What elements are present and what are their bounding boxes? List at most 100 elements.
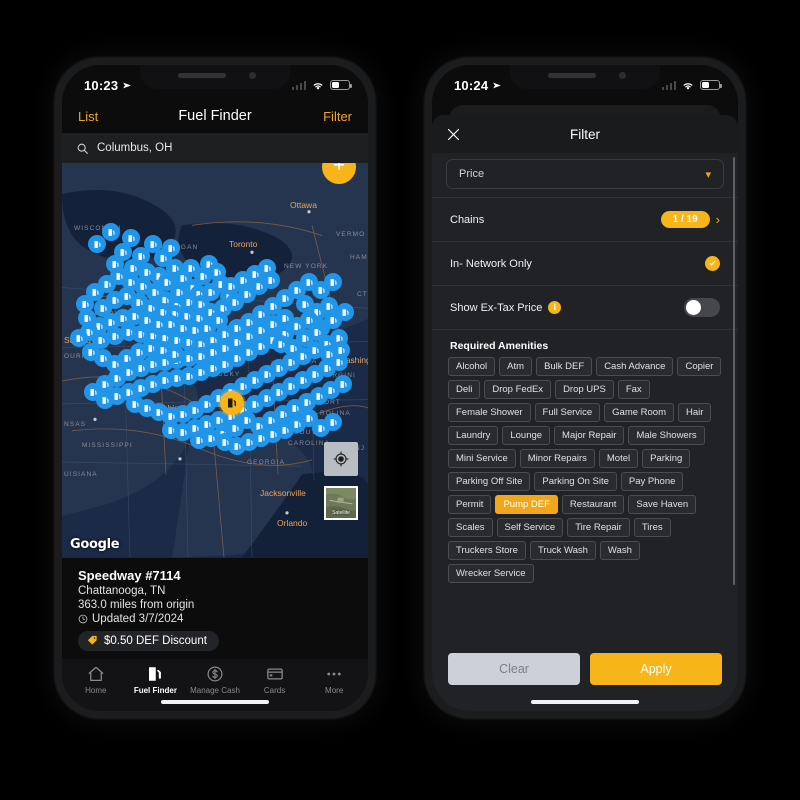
amenity-chip[interactable]: Tire Repair <box>567 518 630 537</box>
map-pin[interactable] <box>78 309 96 327</box>
map-pin[interactable] <box>88 235 106 253</box>
screenshot-stage: 10:23 List Fuel Finder Filter Columbus, … <box>0 0 800 800</box>
amenity-chip[interactable]: Major Repair <box>554 426 625 445</box>
amenity-chip[interactable]: Permit <box>448 495 492 514</box>
def-discount-badge: $0.50 DEF Discount <box>78 630 219 651</box>
tab-label: Manage Cash <box>190 686 240 695</box>
map-pin[interactable] <box>166 345 184 363</box>
map-pin[interactable] <box>216 433 234 451</box>
checkmark-icon[interactable] <box>705 256 720 271</box>
phone-left-screen: 10:23 List Fuel Finder Filter Columbus, … <box>62 65 368 711</box>
ex-tax-toggle[interactable] <box>684 298 720 317</box>
amenity-chip[interactable]: Lounge <box>502 426 551 445</box>
phone-left: 10:23 List Fuel Finder Filter Columbus, … <box>55 58 375 718</box>
battery-icon <box>330 80 352 90</box>
price-section: Price ▾ <box>432 159 738 198</box>
map-pin[interactable] <box>162 239 180 257</box>
tab-label: More <box>325 686 344 695</box>
amenity-chip[interactable]: Scales <box>448 518 493 537</box>
tag-icon <box>87 635 97 645</box>
price-label: Price <box>459 168 485 180</box>
phone-right-screen: 10:24 Filter Price ▾ Chains 1 / 19 › In-… <box>432 65 738 711</box>
amenity-chip[interactable]: Parking On Site <box>534 472 617 491</box>
amenity-chip[interactable]: Restaurant <box>561 495 625 514</box>
info-icon[interactable]: i <box>548 301 562 314</box>
amenity-chip[interactable]: Drop FedEx <box>484 380 552 399</box>
credit-card-icon <box>266 668 283 680</box>
map-pin[interactable] <box>190 431 208 449</box>
amenity-chip[interactable]: Pay Phone <box>620 472 684 491</box>
dollar-circle-icon <box>207 666 223 682</box>
station-info-card[interactable]: Speedway #7114 Chattanooga, TN 363.0 mil… <box>62 557 368 659</box>
map-pin[interactable] <box>332 341 350 359</box>
ex-tax-label-wrap: Show Ex-Tax Price i <box>450 301 562 314</box>
amenity-chip[interactable]: Bulk DEF <box>536 357 593 376</box>
map-pin[interactable] <box>324 273 342 291</box>
search-icon <box>77 143 88 154</box>
amenity-chips[interactable]: Alcohol Atm Bulk DEF Cash Advance Copier Deli… <box>432 357 738 593</box>
satellite-toggle-button[interactable]: Satellite <box>324 485 358 520</box>
tab-cards[interactable]: Cards <box>245 665 305 695</box>
amenity-chip[interactable]: Self Service <box>496 518 564 537</box>
in-network-row[interactable]: In- Network Only <box>432 242 738 286</box>
amenity-chip[interactable]: Parking <box>642 449 691 468</box>
price-dropdown[interactable]: Price ▾ <box>446 159 724 189</box>
amenity-chip[interactable]: Full Service <box>534 403 601 422</box>
amenity-chip[interactable]: Game Room <box>604 403 675 422</box>
tab-more[interactable]: More <box>304 665 364 695</box>
filter-sheet-header: Filter <box>432 115 738 153</box>
ex-tax-row[interactable]: Show Ex-Tax Price i <box>432 286 738 330</box>
station-distance: 363.0 miles from origin <box>78 598 195 611</box>
amenity-chip[interactable]: Truckers Store <box>448 541 526 560</box>
apply-button[interactable]: Apply <box>590 653 722 685</box>
amenity-chip[interactable]: Deli <box>448 380 481 399</box>
clear-button[interactable]: Clear <box>448 653 580 685</box>
amenity-chip[interactable]: Save Haven <box>628 495 697 514</box>
map-pin[interactable] <box>336 303 354 321</box>
amenity-chip[interactable]: Motel <box>598 449 639 468</box>
amenity-chip[interactable]: Fax <box>617 380 650 399</box>
tab-label: Fuel Finder <box>133 686 177 695</box>
search-input[interactable]: Columbus, OH <box>62 133 368 163</box>
map-pin[interactable] <box>126 395 144 413</box>
amenity-chip[interactable]: Tires <box>633 518 671 537</box>
map-pin[interactable] <box>308 323 326 341</box>
amenity-chip[interactable]: Wrecker Service <box>448 564 534 583</box>
filter-button[interactable]: Filter <box>323 109 352 124</box>
chains-row[interactable]: Chains 1 / 19 › <box>432 198 738 242</box>
map-pin[interactable] <box>70 329 88 347</box>
list-button[interactable]: List <box>78 109 98 124</box>
map-pin[interactable] <box>102 223 120 241</box>
amenity-chip[interactable]: Minor Repairs <box>519 449 595 468</box>
locate-me-button[interactable] <box>324 441 358 476</box>
map-pin[interactable] <box>222 277 240 295</box>
amenity-chip[interactable]: Laundry <box>448 426 499 445</box>
tab-fuel-finder[interactable]: Fuel Finder <box>126 665 186 695</box>
tab-home[interactable]: Home <box>66 665 126 695</box>
camera-icon <box>249 72 256 79</box>
ex-tax-label: Show Ex-Tax Price <box>450 301 543 314</box>
speaker-icon-right <box>548 73 596 78</box>
amenity-chip[interactable]: Parking Off Site <box>448 472 531 491</box>
amenity-chip[interactable]: Male Showers <box>628 426 705 445</box>
map-pin-selected[interactable] <box>220 391 244 415</box>
close-icon[interactable] <box>446 127 461 142</box>
in-network-right <box>705 256 720 271</box>
amenity-chip[interactable]: Female Shower <box>448 403 531 422</box>
tab-manage-cash[interactable]: Manage Cash <box>185 665 245 695</box>
amenity-chip[interactable]: Pump DEF <box>495 495 558 514</box>
amenity-chip[interactable]: Copier <box>677 357 722 376</box>
amenity-chip[interactable]: Truck Wash <box>529 541 596 560</box>
amenity-chip[interactable]: Atm <box>499 357 533 376</box>
check-glyph-icon <box>709 260 716 266</box>
amenity-chip[interactable]: Drop UPS <box>555 380 614 399</box>
scrollbar[interactable] <box>732 157 735 585</box>
amenity-chip[interactable]: Cash Advance <box>596 357 674 376</box>
amenity-chip[interactable]: Mini Service <box>448 449 516 468</box>
filter-sheet-body[interactable]: Price ▾ Chains 1 / 19 › In- Network Only <box>432 153 738 645</box>
map-view[interactable]: OttawaTorontoWashingtonMemphisJacksonvil… <box>62 163 368 558</box>
amenity-chip[interactable]: Alcohol <box>448 357 496 376</box>
amenity-chip[interactable]: Wash <box>599 541 640 560</box>
amenity-chip[interactable]: Hair <box>678 403 712 422</box>
status-time-text: 10:23 <box>84 77 119 93</box>
